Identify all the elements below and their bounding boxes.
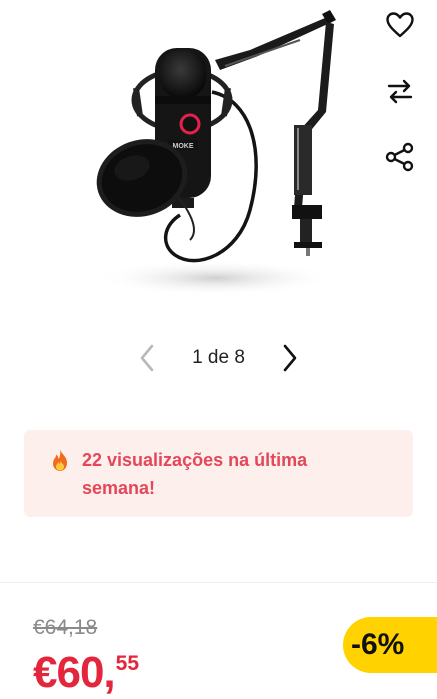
current-price: €60,55 bbox=[33, 648, 139, 698]
microphone-illustration: MOKE bbox=[95, 10, 336, 296]
share-button[interactable] bbox=[383, 140, 417, 174]
swap-arrows-icon bbox=[387, 79, 413, 104]
divider bbox=[0, 582, 437, 583]
gallery-pager: 1 de 8 bbox=[0, 338, 437, 378]
share-icon bbox=[385, 142, 414, 172]
product-actions bbox=[383, 8, 417, 206]
heart-icon bbox=[386, 12, 414, 38]
views-alert: 22 visualizações na última semana! bbox=[24, 430, 413, 517]
compare-button[interactable] bbox=[383, 74, 417, 108]
chevron-right-icon bbox=[283, 344, 297, 372]
discount-badge: -6% bbox=[343, 617, 437, 673]
product-image[interactable]: MOKE bbox=[0, 0, 437, 320]
brand-label: MOKE bbox=[173, 143, 194, 150]
next-image-button[interactable] bbox=[275, 343, 305, 373]
views-alert-text: 22 visualizações na última semana! bbox=[82, 450, 308, 498]
price-main: €60, bbox=[33, 648, 116, 697]
previous-image-button[interactable] bbox=[132, 343, 162, 373]
chevron-left-icon bbox=[140, 344, 154, 372]
price-cents: 55 bbox=[115, 652, 139, 675]
fire-icon bbox=[50, 448, 70, 517]
favorite-button[interactable] bbox=[383, 8, 417, 42]
old-price: €64,18 bbox=[33, 616, 98, 639]
gallery-counter: 1 de 8 bbox=[192, 347, 245, 368]
